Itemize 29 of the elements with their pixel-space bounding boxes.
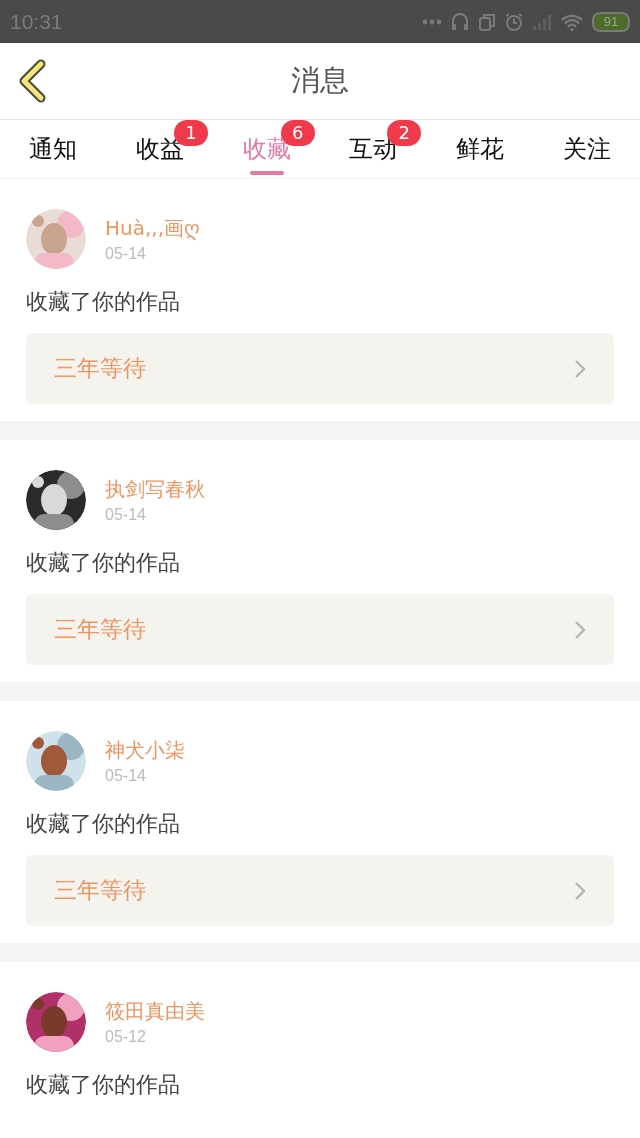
user-name[interactable]: Huà,,,画ღ bbox=[105, 215, 200, 242]
wifi-icon bbox=[560, 12, 584, 31]
message-text: 收藏了你的作品 bbox=[26, 288, 181, 316]
work-link[interactable]: 三年等待 bbox=[26, 855, 614, 926]
work-link[interactable]: 三年等待 bbox=[26, 333, 614, 404]
copy-icon bbox=[478, 11, 496, 32]
chevron-right-icon bbox=[574, 880, 586, 901]
active-tab-indicator bbox=[249, 171, 284, 175]
headset-icon bbox=[450, 11, 470, 32]
message-text: 收藏了你的作品 bbox=[26, 549, 181, 577]
page-title: 消息 bbox=[291, 62, 349, 99]
user-name[interactable]: 筱田真由美 bbox=[105, 998, 205, 1025]
more-dots-icon bbox=[422, 18, 442, 25]
tab[interactable]: 鲜花 bbox=[426, 120, 534, 178]
chevron-right-icon bbox=[574, 358, 586, 379]
message-date: 05-12 bbox=[105, 1028, 147, 1046]
user-name[interactable]: 神犬小柒 bbox=[105, 737, 185, 764]
battery-icon: 91 bbox=[592, 11, 630, 32]
message-date: 05-14 bbox=[105, 506, 147, 524]
tab[interactable]: 通知 bbox=[0, 120, 107, 178]
message-text: 收藏了你的作品 bbox=[26, 1071, 181, 1099]
user-name[interactable]: 执剑写春秋 bbox=[105, 476, 205, 503]
message-date: 05-14 bbox=[105, 767, 147, 785]
alarm-icon bbox=[504, 11, 524, 32]
chevron-right-icon bbox=[574, 619, 586, 640]
message-text: 收藏了你的作品 bbox=[26, 810, 181, 838]
work-link[interactable]: 三年等待 bbox=[26, 594, 614, 665]
tab[interactable]: 关注 bbox=[533, 120, 640, 178]
message-date: 05-14 bbox=[105, 245, 147, 263]
